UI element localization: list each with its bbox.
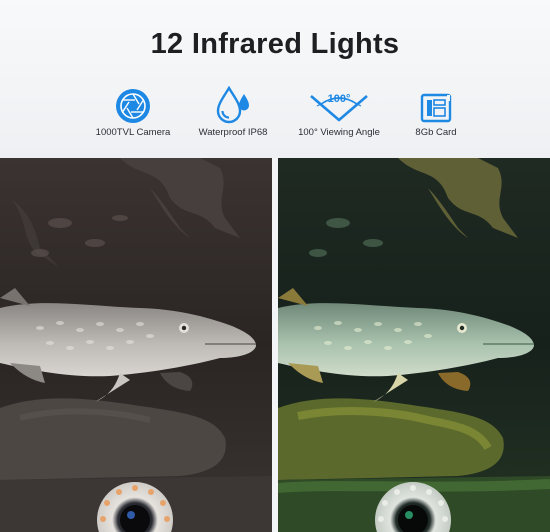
feature-sd-card: 8Gb Card <box>371 86 501 138</box>
infrared-photo <box>0 158 272 532</box>
feature-label: 8Gb Card <box>415 127 457 138</box>
color-photo <box>278 158 550 532</box>
page-title: 12 Infrared Lights <box>150 28 400 60</box>
angle-badge: 100° <box>328 93 351 105</box>
sd-card-icon <box>371 86 501 124</box>
